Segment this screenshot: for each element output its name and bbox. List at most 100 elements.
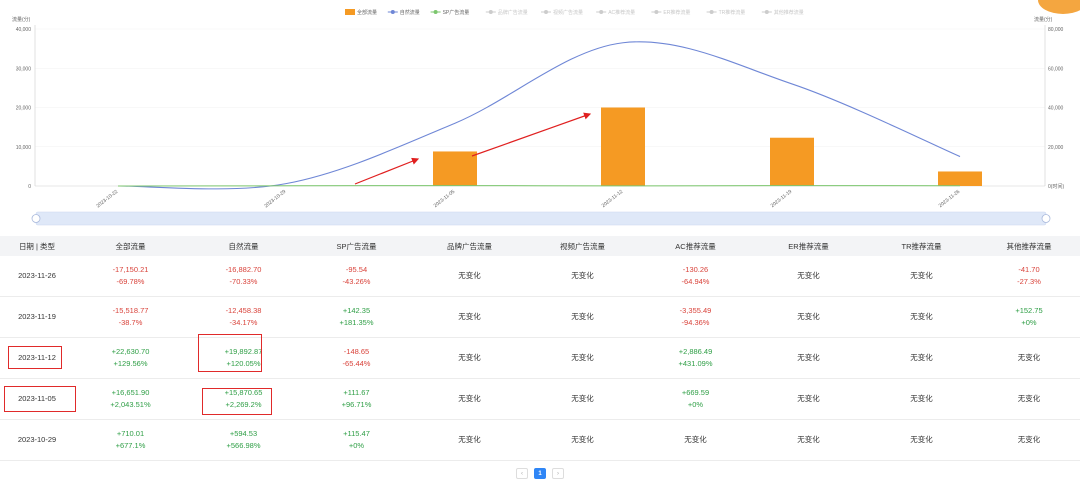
legend-swatch-dot-8 — [764, 10, 769, 14]
table-cell: 无变化 — [413, 378, 526, 420]
page-1-button[interactable]: 1 — [534, 468, 546, 479]
cell-value: -95.54 — [345, 265, 368, 274]
prev-page-button[interactable]: ‹ — [516, 468, 528, 479]
cell-value: 无变化 — [458, 394, 481, 403]
series-line-natural — [117, 41, 961, 190]
legend-swatch-dot-1 — [390, 10, 395, 14]
cell-value: 无变化 — [910, 435, 933, 444]
legend-label-3: 品牌广告流量 — [498, 9, 528, 16]
table-cell: +2,886.49 +431.09% — [639, 337, 752, 379]
cell-value: +710.01 — [116, 429, 145, 438]
table-cell: -12,458.38 -34.17% — [187, 296, 300, 338]
cell-percent: +677.1% — [115, 441, 146, 450]
right-tick-label-1: 20,000 — [1048, 145, 1064, 151]
table-cell: +22,630.70 +129.56% — [74, 337, 187, 379]
table-row: 2023-11-12 +22,630.70 +129.56% +19,892.87 +1… — [0, 337, 1080, 379]
cell-percent: +566.98% — [226, 441, 261, 450]
cell-percent: -43.26% — [342, 277, 371, 286]
cell-value: +115.47 — [343, 429, 370, 438]
cell-value: +142.35 — [342, 306, 371, 315]
right-tick-label-2: 40,000 — [1048, 106, 1064, 112]
table-header-row: 日期 | 类型 全部流量 自然流量 SP广告流量 品牌广告流量 视频广告流量 AC推荐流量 E… — [0, 236, 1080, 256]
table-cell: +594.53 +566.98% — [187, 419, 300, 461]
red-arrow-2 — [471, 112, 592, 157]
table-cell: 无变化 — [413, 256, 526, 297]
table-cell: 无变化 — [413, 337, 526, 379]
cell-percent: -38.7% — [118, 318, 143, 327]
table-cell: 无变化 — [865, 419, 978, 461]
column-header-3: SP广告流量 — [300, 236, 413, 256]
cell-value: 无变化 — [571, 353, 594, 362]
table-cell: 无变化 — [865, 256, 978, 297]
cell-value: 无变化 — [910, 394, 933, 403]
table-cell: 无变化 — [978, 419, 1080, 461]
cell-value: 无变化 — [458, 435, 481, 444]
table-cell: +152.75 +0% — [978, 296, 1080, 338]
legend-item-1: 自然流量 — [387, 9, 420, 16]
table-cell: 无变化 — [752, 337, 865, 379]
table-row: 2023-10-29 +710.01 +677.1% +594.53 +566.98% +… — [0, 419, 1080, 461]
column-header-6: AC推荐流量 — [639, 236, 752, 256]
cell-value: 无变化 — [458, 312, 481, 321]
table-cell: 无变化 — [865, 296, 978, 338]
highlight-box-natural-1112 — [198, 334, 262, 372]
cell-value: +594.53 — [229, 429, 258, 438]
cell-value: 无变化 — [797, 312, 820, 321]
table-cell: -130.26 -64.94% — [639, 256, 752, 297]
cell-value: -12,458.38 — [225, 306, 262, 315]
legend-item-0: 全部流量 — [345, 9, 377, 16]
table-cell: 无变化 — [978, 378, 1080, 420]
cell-percent: -65.44% — [342, 359, 371, 368]
column-header-2: 自然流量 — [187, 236, 300, 256]
cell-value: 无变化 — [910, 312, 933, 321]
range-slider-handle-right — [1041, 214, 1051, 223]
legend-swatch-dot-7 — [709, 10, 714, 14]
highlight-box-date-1105 — [4, 386, 76, 412]
bar-4 — [770, 137, 814, 186]
cell-value: 无变化 — [910, 271, 933, 280]
cell-percent: -34.17% — [229, 318, 258, 327]
cell-percent: +0% — [1021, 318, 1037, 327]
table-cell: 无变化 — [865, 337, 978, 379]
traffic-chart: 全部流量 自然流量 SP广告流量 品牌广告流量 视频广告流量 AC推荐流量 ER推荐流量 TR… — [12, 9, 1064, 226]
cell-value: +22,630.70 — [111, 347, 150, 356]
cell-percent: +2,043.51% — [110, 400, 151, 409]
cell-value: 无变化 — [797, 394, 820, 403]
left-tick-label-2: 20,000 — [16, 106, 32, 112]
table-cell: 无变化 — [526, 296, 639, 338]
legend-swatch-dot-6 — [654, 10, 659, 14]
next-page-button[interactable]: › — [552, 468, 564, 479]
cell-value: -3,355.49 — [679, 306, 712, 315]
legend-item-5: AC推荐流量 — [596, 9, 635, 16]
range-slider-handle-left — [31, 214, 41, 223]
table-cell: +669.59 +0% — [639, 378, 752, 420]
left-tick-label-0: 0 — [28, 184, 31, 190]
legend-swatch-dot-5 — [599, 10, 604, 14]
cell-value: +152.75 — [1015, 306, 1043, 315]
table-cell: 无变化 — [526, 419, 639, 461]
cell-value: 无变化 — [797, 353, 820, 362]
legend-label-8: 其他推荐流量 — [774, 9, 804, 16]
legend-swatch-0 — [345, 9, 355, 15]
table-cell: 无变化 — [639, 419, 752, 461]
table-cell: -95.54 -43.26% — [300, 256, 413, 297]
highlight-box-natural-1105 — [202, 388, 272, 415]
bar-3 — [601, 107, 645, 186]
table-cell: 无变化 — [526, 378, 639, 420]
red-arrow-1 — [354, 157, 420, 185]
bar-2 — [433, 151, 477, 186]
table-cell: 无变化 — [752, 378, 865, 420]
cell-value: 无变化 — [571, 435, 594, 444]
legend-label-7: TR推荐流量 — [719, 9, 746, 16]
table-cell: +710.01 +677.1% — [74, 419, 187, 461]
column-header-9: 其他推荐流量 — [978, 236, 1080, 256]
cell-percent: -70.33% — [229, 277, 258, 286]
table-cell: -17,150.21 -69.78% — [74, 256, 187, 297]
cell-value: -130.26 — [682, 265, 709, 274]
table-cell: +111.67 +96.71% — [300, 378, 413, 420]
cell-percent: -69.78% — [116, 277, 145, 286]
table-row: 2023-11-26 -17,150.21 -69.78% -16,882.70 -70… — [0, 256, 1080, 297]
legend-label-1: 自然流量 — [400, 9, 420, 16]
traffic-table-container: 日期 | 类型 全部流量 自然流量 SP广告流量 品牌广告流量 视频广告流量 AC推荐流量 E… — [0, 236, 1080, 461]
right-tick-label-3: 60,000 — [1048, 66, 1064, 72]
